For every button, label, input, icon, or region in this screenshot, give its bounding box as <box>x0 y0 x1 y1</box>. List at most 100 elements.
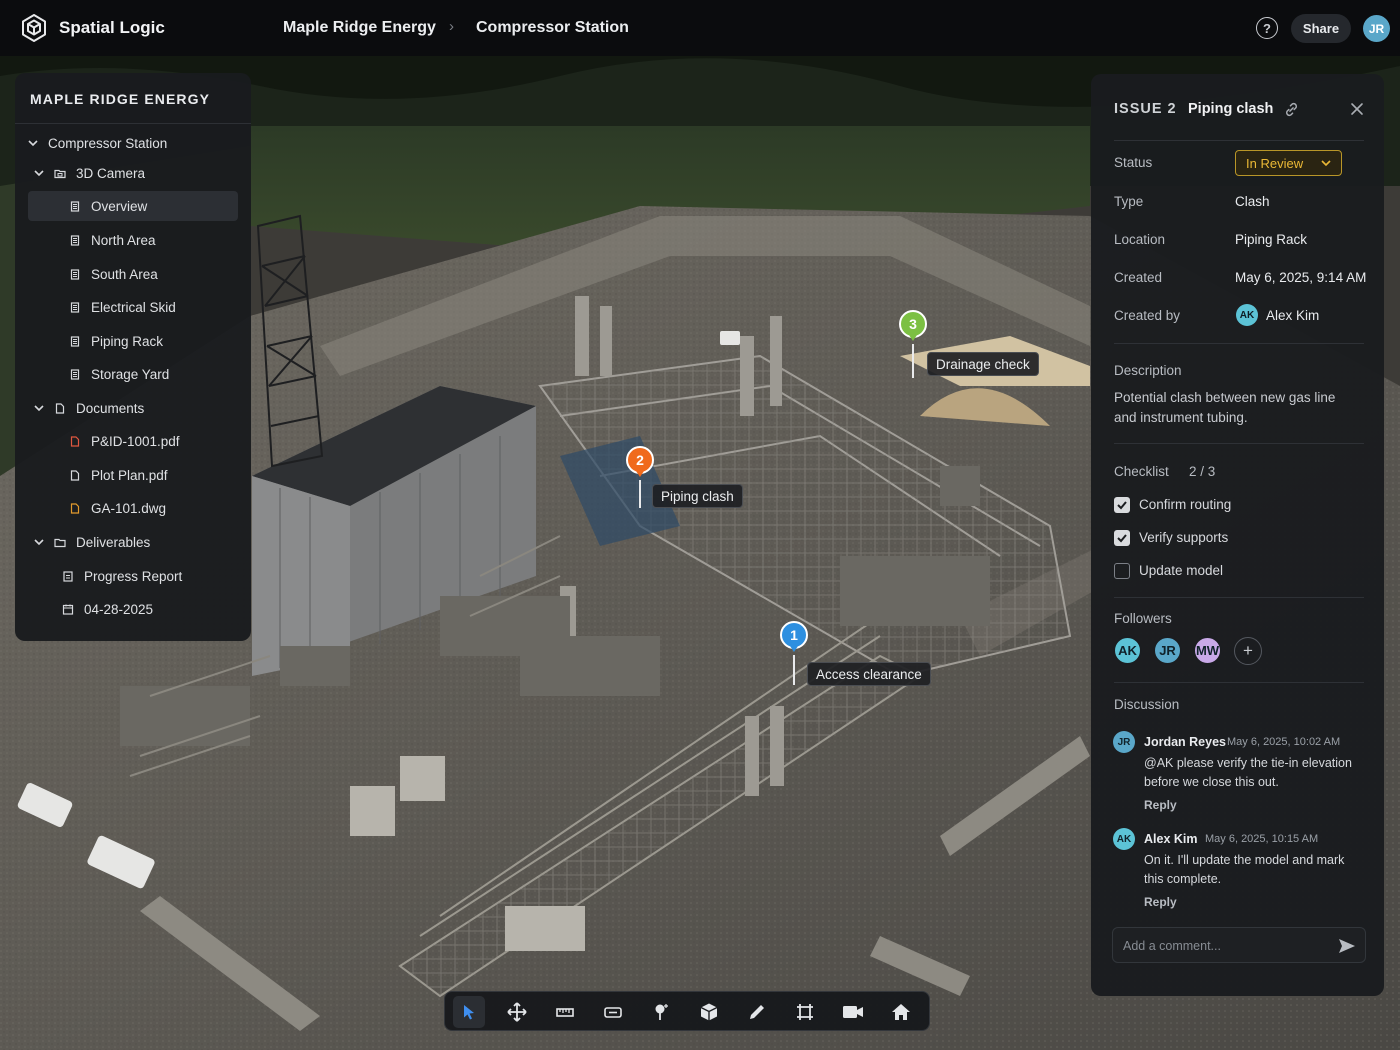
report-icon <box>63 570 73 582</box>
tree-item-ga-dwg[interactable]: GA-101.dwg <box>69 493 166 523</box>
tree-node-label: Documents <box>76 400 145 416</box>
creator-avatar: AK <box>1236 304 1258 326</box>
chevron-down-icon <box>34 170 44 177</box>
tree-item-south-area[interactable]: South Area <box>69 259 158 289</box>
checklist-item-label: Confirm routing <box>1139 497 1232 512</box>
comment-box <box>1112 927 1366 963</box>
tree-node-label: 3D Camera <box>76 165 146 181</box>
issue-title: Piping clash <box>1188 101 1274 117</box>
viewer-toolbar <box>444 991 930 1031</box>
pin-tool-icon[interactable] <box>645 996 677 1028</box>
checkbox-update-model[interactable] <box>1114 563 1130 579</box>
brand-name: Spatial Logic <box>59 18 165 37</box>
close-icon[interactable] <box>1349 101 1365 117</box>
tree-node-label: Compressor Station <box>48 135 168 151</box>
move-tool-icon[interactable] <box>501 996 533 1028</box>
pin-3-label[interactable]: Drainage check <box>927 352 1039 376</box>
view-icon <box>70 268 80 280</box>
tree-item-north-area[interactable]: North Area <box>69 225 156 255</box>
markup-tool-icon[interactable] <box>741 996 773 1028</box>
file-icon <box>70 469 80 481</box>
tree-node-compressor-station[interactable]: Compressor Station <box>28 128 167 158</box>
share-button[interactable]: Share <box>1291 14 1351 43</box>
panel-divider <box>1114 682 1364 683</box>
tree-item-label: GA-101.dwg <box>91 500 167 516</box>
breadcrumb-project[interactable]: Maple Ridge Energy <box>283 19 436 37</box>
follower-avatar-jr[interactable]: JR <box>1153 636 1182 665</box>
reply-button[interactable]: Reply <box>1144 895 1177 909</box>
send-icon[interactable] <box>1338 938 1356 954</box>
created-by-label: Created by <box>1114 308 1181 323</box>
measure-tool-icon[interactable] <box>549 996 581 1028</box>
model-tool-icon[interactable] <box>693 996 725 1028</box>
camera-tool-icon[interactable] <box>837 996 869 1028</box>
type-label: Type <box>1114 194 1144 209</box>
comment-author: Jordan Reyes <box>1144 735 1226 749</box>
pin-1-label[interactable]: Access clearance <box>807 662 931 686</box>
link-icon[interactable] <box>1283 101 1300 118</box>
checkmark-icon <box>1117 501 1127 510</box>
breadcrumb-site[interactable]: Compressor Station <box>476 19 629 37</box>
tree-item-label: Progress Report <box>84 568 183 584</box>
view-icon <box>70 234 80 246</box>
location-label: Location <box>1114 232 1166 247</box>
type-value: Clash <box>1235 194 1270 209</box>
tree-item-label: Plot Plan.pdf <box>91 467 168 483</box>
tree-item-label: North Area <box>91 232 156 248</box>
pin-2-label[interactable]: Piping clash <box>652 484 743 508</box>
followers-label: Followers <box>1114 611 1172 626</box>
description-text: Potential clash between new gas line and… <box>1114 390 1336 425</box>
follower-avatar-mw[interactable]: MW <box>1193 636 1222 665</box>
chevron-down-icon <box>34 539 44 546</box>
tree-node-deliverables[interactable]: Deliverables <box>34 527 150 557</box>
comment-author: Alex Kim <box>1144 832 1198 846</box>
status-value: In Review <box>1246 155 1304 171</box>
panel-divider <box>1114 597 1364 598</box>
panel-divider <box>1114 443 1364 444</box>
home-tool-icon[interactable] <box>885 996 917 1028</box>
follower-avatar-ak[interactable]: AK <box>1113 636 1142 665</box>
comment-input[interactable] <box>1123 937 1323 955</box>
created-value: May 6, 2025, 9:14 AM <box>1235 270 1367 285</box>
section-tool-icon[interactable] <box>597 996 629 1028</box>
tree-item-04-28-2025[interactable]: 04-28-2025 <box>62 594 153 624</box>
tree-item-label: Piping Rack <box>91 333 164 349</box>
tree-item-pid-pdf[interactable]: P&ID-1001.pdf <box>69 426 180 456</box>
status-dropdown[interactable]: In Review <box>1235 150 1342 176</box>
select-tool-icon[interactable] <box>453 996 485 1028</box>
view-icon <box>70 368 80 380</box>
tree-node-3d-camera[interactable]: 3D Camera <box>34 158 145 188</box>
document-folder-icon <box>55 402 65 414</box>
spatial-logic-logo-icon <box>22 14 46 42</box>
tree-item-label: Electrical Skid <box>91 299 176 315</box>
user-avatar[interactable]: JR <box>1363 15 1390 42</box>
comment-time: May 6, 2025, 10:02 AM <box>1227 736 1341 748</box>
reply-button[interactable]: Reply <box>1144 798 1177 812</box>
add-follower-button[interactable]: + <box>1234 637 1262 665</box>
pdf-file-icon <box>70 435 80 447</box>
checklist-item-label: Verify supports <box>1139 530 1229 545</box>
tree-item-piping-rack[interactable]: Piping Rack <box>69 326 163 356</box>
camera-folder-icon <box>54 169 66 178</box>
tree-item-progress-report[interactable]: Progress Report <box>62 561 182 591</box>
top-bar: Spatial Logic Maple Ridge Energy › Compr… <box>0 0 1400 56</box>
checklist-label: Checklist <box>1114 464 1169 479</box>
panel-divider <box>1114 140 1364 141</box>
tree-item-electrical-skid[interactable]: Electrical Skid <box>69 292 176 322</box>
checkbox-confirm-routing[interactable] <box>1114 497 1130 513</box>
checklist-count: 2 / 3 <box>1189 464 1216 479</box>
tree-item-plot-plan-pdf[interactable]: Plot Plan.pdf <box>69 460 168 490</box>
tree-item-label: Storage Yard <box>91 366 170 382</box>
tree-item-storage-yard[interactable]: Storage Yard <box>69 359 169 389</box>
tree-item-overview[interactable]: Overview <box>28 191 238 221</box>
dwg-file-icon <box>70 502 80 514</box>
location-value: Piping Rack <box>1235 232 1308 247</box>
checklist-item-label: Update model <box>1139 563 1224 578</box>
checkbox-verify-supports[interactable] <box>1114 530 1130 546</box>
help-icon[interactable]: ? <box>1256 17 1278 39</box>
comment-avatar: JR <box>1113 731 1135 753</box>
app-root: Spatial Logic Maple Ridge Energy › Compr… <box>0 0 1400 1050</box>
crop-tool-icon[interactable] <box>789 996 821 1028</box>
panel-divider <box>1114 343 1364 344</box>
tree-node-documents[interactable]: Documents <box>34 393 144 423</box>
